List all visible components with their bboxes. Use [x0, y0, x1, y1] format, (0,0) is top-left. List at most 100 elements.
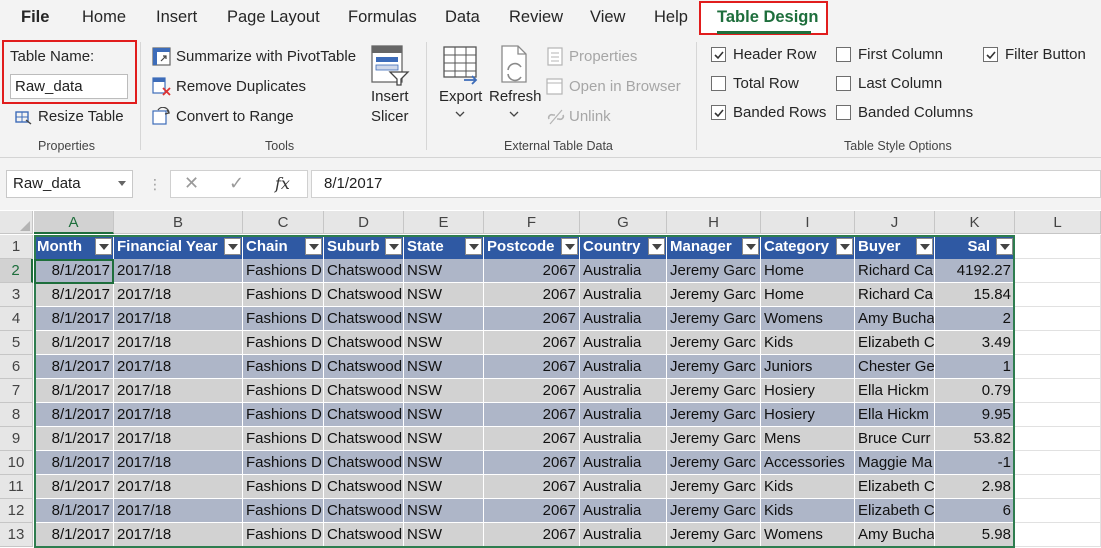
empty-cell[interactable] [1015, 499, 1101, 523]
table-cell[interactable]: Fashions D [243, 379, 324, 403]
table-cell[interactable]: 2017/18 [114, 403, 243, 427]
tab-home[interactable]: Home [82, 8, 126, 27]
table-cell[interactable]: 2.98 [935, 475, 1015, 499]
banded-columns-checkbox[interactable] [836, 105, 851, 120]
table-cell[interactable]: Hosiery [761, 403, 855, 427]
table-cell[interactable]: Jeremy Garc [667, 259, 761, 283]
table-cell[interactable]: Womens [761, 523, 855, 547]
table-cell[interactable]: Fashions D [243, 427, 324, 451]
table-cell[interactable]: Jeremy Garc [667, 283, 761, 307]
column-header[interactable]: A [34, 211, 114, 234]
filter-dropdown-icon[interactable] [996, 238, 1013, 255]
table-cell[interactable]: 2017/18 [114, 523, 243, 547]
table-cell[interactable]: Richard Ca [855, 259, 935, 283]
table-cell[interactable]: 2017/18 [114, 475, 243, 499]
summarize-pivot-button[interactable]: Summarize with PivotTable [176, 48, 356, 65]
row-header[interactable]: 2 [0, 259, 33, 283]
row-header[interactable]: 12 [0, 499, 33, 523]
table-cell[interactable]: Australia [580, 427, 667, 451]
column-header[interactable]: E [404, 211, 484, 234]
enter-icon[interactable]: ✓ [229, 173, 244, 194]
table-cell[interactable]: Kids [761, 331, 855, 355]
table-cell[interactable]: 2067 [484, 499, 580, 523]
last-column-checkbox[interactable] [836, 76, 851, 91]
column-header[interactable]: J [855, 211, 935, 234]
table-cell[interactable]: Jeremy Garc [667, 355, 761, 379]
table-cell[interactable]: 8/1/2017 [34, 451, 114, 475]
table-cell[interactable]: Maggie Ma [855, 451, 935, 475]
row-header[interactable]: 7 [0, 379, 33, 403]
table-cell[interactable]: NSW [404, 259, 484, 283]
column-header[interactable]: L [1015, 211, 1101, 234]
table-cell[interactable]: 2017/18 [114, 427, 243, 451]
table-cell[interactable]: Kids [761, 475, 855, 499]
table-cell[interactable]: 2067 [484, 283, 580, 307]
table-cell[interactable]: 8/1/2017 [34, 499, 114, 523]
table-cell[interactable]: NSW [404, 499, 484, 523]
table-cell[interactable]: Amy Bucha [855, 307, 935, 331]
table-cell[interactable]: NSW [404, 403, 484, 427]
table-cell[interactable]: 2067 [484, 427, 580, 451]
name-box-dropdown-icon[interactable] [118, 181, 126, 187]
table-cell[interactable]: Jeremy Garc [667, 499, 761, 523]
table-cell[interactable]: 2067 [484, 331, 580, 355]
resize-table-button[interactable]: Resize Table [38, 108, 124, 125]
table-cell[interactable]: Ella Hickm [855, 379, 935, 403]
table-cell[interactable]: NSW [404, 307, 484, 331]
table-cell[interactable]: Jeremy Garc [667, 523, 761, 547]
table-cell[interactable]: 2 [935, 307, 1015, 331]
table-cell[interactable]: 2067 [484, 403, 580, 427]
export-dropdown-icon[interactable] [455, 110, 465, 118]
tab-review[interactable]: Review [509, 8, 563, 27]
table-cell[interactable]: 2067 [484, 379, 580, 403]
empty-cell[interactable] [1015, 331, 1101, 355]
table-cell[interactable]: 2017/18 [114, 331, 243, 355]
table-cell[interactable]: 2017/18 [114, 259, 243, 283]
table-cell[interactable]: Fashions D [243, 355, 324, 379]
cancel-icon[interactable]: ✕ [184, 173, 199, 194]
table-cell[interactable]: Chatswood [324, 307, 404, 331]
select-all-corner[interactable] [0, 211, 33, 234]
column-header[interactable]: G [580, 211, 667, 234]
empty-cell[interactable] [1015, 403, 1101, 427]
row-header[interactable]: 3 [0, 283, 33, 307]
table-cell[interactable]: 2067 [484, 259, 580, 283]
row-header[interactable]: 11 [0, 475, 33, 499]
empty-cell[interactable] [1015, 259, 1101, 283]
table-cell[interactable]: Bruce Curr [855, 427, 935, 451]
table-cell[interactable]: 2067 [484, 307, 580, 331]
header-row-checkbox[interactable] [711, 47, 726, 62]
empty-cell[interactable] [1015, 307, 1101, 331]
name-box[interactable]: Raw_data [6, 170, 133, 198]
empty-cell[interactable] [1015, 451, 1101, 475]
table-cell[interactable]: Chatswood [324, 355, 404, 379]
banded-rows-label[interactable]: Banded Rows [733, 104, 826, 121]
table-cell[interactable]: Accessories [761, 451, 855, 475]
table-cell[interactable]: 8/1/2017 [34, 403, 114, 427]
empty-cell[interactable] [1015, 379, 1101, 403]
table-cell[interactable]: Australia [580, 259, 667, 283]
table-cell[interactable]: Jeremy Garc [667, 427, 761, 451]
table-cell[interactable]: 2067 [484, 355, 580, 379]
empty-cell[interactable] [1015, 235, 1101, 259]
filter-button-checkbox[interactable] [983, 47, 998, 62]
table-cell[interactable]: Jeremy Garc [667, 331, 761, 355]
refresh-dropdown-icon[interactable] [509, 110, 519, 118]
table-cell[interactable]: Womens [761, 307, 855, 331]
table-cell[interactable]: Elizabeth C [855, 331, 935, 355]
table-cell[interactable]: 2017/18 [114, 379, 243, 403]
table-cell[interactable]: Australia [580, 451, 667, 475]
table-cell[interactable]: Elizabeth C [855, 499, 935, 523]
table-cell[interactable]: 2017/18 [114, 499, 243, 523]
banded-rows-checkbox[interactable] [711, 105, 726, 120]
header-row-label[interactable]: Header Row [733, 46, 816, 63]
table-cell[interactable]: NSW [404, 355, 484, 379]
table-cell[interactable]: Chester Ge [855, 355, 935, 379]
table-cell[interactable]: Mens [761, 427, 855, 451]
filter-dropdown-icon[interactable] [385, 238, 402, 255]
table-cell[interactable]: Fashions D [243, 259, 324, 283]
table-cell[interactable]: 2017/18 [114, 355, 243, 379]
table-cell[interactable]: NSW [404, 331, 484, 355]
tab-insert[interactable]: Insert [156, 8, 197, 27]
row-header[interactable]: 8 [0, 403, 33, 427]
